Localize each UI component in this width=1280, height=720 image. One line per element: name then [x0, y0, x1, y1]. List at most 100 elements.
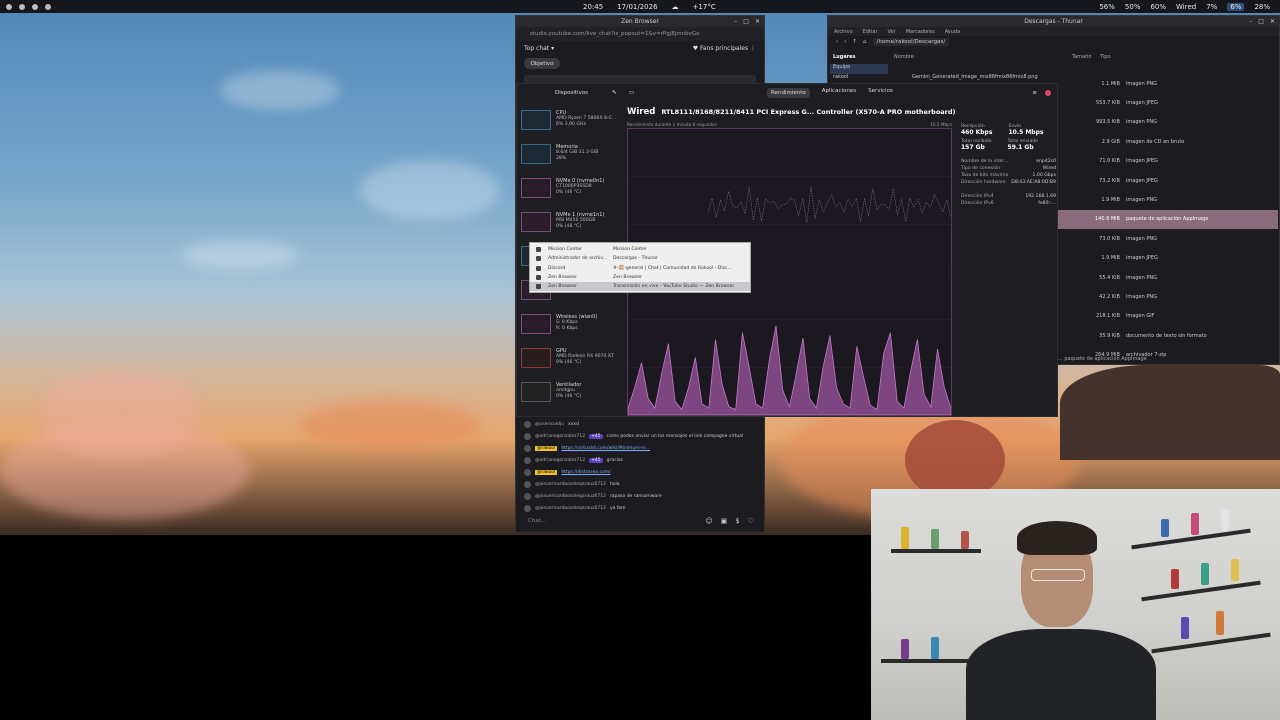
edit-icon[interactable]: ✎	[612, 90, 617, 96]
tray-indicator[interactable]: 6%	[1227, 2, 1245, 11]
files-icon[interactable]	[19, 3, 25, 10]
figurine	[1201, 563, 1209, 585]
minimize-icon[interactable]: –	[734, 18, 737, 25]
device-info: Memoria 8.6/4 GiB 31.3 GiB 28%	[556, 144, 598, 162]
file-row[interactable]: 218.1 KiB imagen GIF	[1058, 307, 1278, 326]
file-row[interactable]: 1.1 MiB imagen PNG	[1058, 74, 1278, 93]
chat-message[interactable]: @josuericardoosoleqarauz6712 rapaso de ra…	[524, 490, 760, 502]
path-field[interactable]: /home/rakool/Descargas/	[872, 38, 950, 46]
file-row[interactable]: 73.2 KiB imagen JPEG	[1058, 171, 1278, 190]
tray-indicator[interactable]: 56%	[1099, 3, 1115, 11]
clock-time[interactable]: 20:45	[583, 3, 603, 11]
coin-icon[interactable]: $	[735, 517, 739, 525]
sidebar-toggle-icon[interactable]: ▭	[629, 90, 634, 96]
chat-mode-dropdown[interactable]: Top chat ▾	[524, 45, 554, 52]
maximize-icon[interactable]: □	[743, 18, 749, 25]
emoji-icon[interactable]: ☺	[705, 517, 712, 525]
tray-indicator[interactable]: 60%	[1150, 3, 1166, 11]
file-row[interactable]: 1.9 MiB imagen PNG	[1058, 190, 1278, 209]
chat-username[interactable]: @adrianogonzalez712	[535, 458, 585, 463]
file-row[interactable]: 140.8 MiB paquete de aplicación AppImage	[1058, 209, 1278, 230]
chat-message[interactable]: @adrianogonzalez712 +45 como podes enviar …	[524, 430, 760, 442]
back-icon[interactable]: ‹	[836, 39, 838, 45]
file-row[interactable]: 71.0 KiB imagen JPEG	[1058, 152, 1278, 171]
tray-indicator[interactable]: 28%	[1254, 3, 1270, 11]
browser-icon[interactable]	[32, 3, 38, 10]
chat-username[interactable]: @adrianogonzalez712	[535, 434, 585, 439]
device-item[interactable]: CPU AMD Ryzen 7 5800X 8-C... 6% 3,90 GHz	[521, 104, 621, 138]
pinned-message[interactable]	[524, 75, 756, 83]
menu-item[interactable]: Archivo	[834, 29, 853, 35]
device-item[interactable]: NVMe 0 (nvme0n1) CT1000P3SSD8 0% (46 °C)	[521, 172, 621, 206]
chat-username[interactable]: @usericuidju	[535, 422, 564, 427]
file-row[interactable]: 35.9 KiB documento de texto sin formato	[1058, 326, 1278, 345]
file-row[interactable]: 2.9 GiB imagen de CD en bruto	[1058, 132, 1278, 151]
file-name[interactable]: Gemini_Generated_Image_mix86fmix86fmix8.…	[912, 74, 1038, 80]
url-bar[interactable]: studio.youtube.com/live_chat?is_popout=1…	[516, 27, 764, 41]
tray-network[interactable]: Wired	[1176, 3, 1196, 11]
file-size: 1.9 MiB	[1101, 197, 1120, 204]
menu-icon[interactable]	[6, 3, 12, 10]
switcher-item[interactable]: Discord #-🧮-general | Chat | Comunidad de…	[530, 264, 750, 273]
device-item[interactable]: NVMe 1 (nvme1n1) MSI M450 500GB 0% (48 °C)	[521, 206, 621, 240]
file-row[interactable]: 42.2 KiB imagen PNG	[1058, 287, 1278, 306]
file-list: 1.1 MiB imagen PNG 553.7 KiB imagen JPEG 993…	[1058, 74, 1278, 364]
device-item[interactable]: GPU AMD Radeon RX 9070 XT 9% (46 °C)	[521, 342, 621, 376]
device-item[interactable]: Wireless (wlan0) S: 0 Kbps R: 0 Kbps	[521, 308, 621, 342]
forward-icon[interactable]: ›	[844, 39, 846, 45]
terminal-icon[interactable]	[45, 3, 51, 10]
menu-item[interactable]: Editar	[863, 29, 878, 35]
tray-indicator[interactable]: 7%	[1206, 3, 1217, 11]
chat-message[interactable]: @rakool https://distrosea.com/	[524, 466, 760, 478]
column-name[interactable]: Nombre	[894, 54, 1072, 60]
chat-input[interactable]: Chat... ☺ ▣ $ ♡	[522, 514, 760, 528]
switcher-item[interactable]: Administrador de archiv... Descargas - Th…	[530, 254, 750, 263]
chat-message[interactable]: @rakool https://virtualdi.com/wiki/Minimu…	[524, 442, 760, 454]
device-item[interactable]: Ventilador amdgpu 0% (46 °C)	[521, 376, 621, 410]
close-icon[interactable]	[1045, 90, 1051, 96]
close-icon[interactable]: ✕	[755, 18, 760, 25]
goal-button[interactable]: Objetivo	[524, 58, 560, 69]
switcher-item[interactable]: Zen Browser Zen Browser	[530, 273, 750, 282]
file-row[interactable]: 1.9 MiB imagen JPEG	[1058, 249, 1278, 268]
chat-message[interactable]: @josuericardoosoleqarauz6712 hola	[524, 478, 760, 490]
device-info: NVMe 1 (nvme1n1) MSI M450 500GB 0% (48 °C)	[556, 212, 604, 230]
home-icon[interactable]: ⌂	[863, 39, 867, 45]
pinned-fans-button[interactable]: ♥ Fans principales ⋮	[693, 45, 756, 52]
up-icon[interactable]: ↑	[852, 39, 857, 45]
switcher-item[interactable]: Mission Center Mission Center	[530, 245, 750, 254]
chat-username[interactable]: @josuericardoosoleqarauz6712	[535, 506, 606, 511]
chat-username[interactable]: @josuericardoosoleqarauz6712	[535, 482, 606, 487]
clock-date[interactable]: 17/01/2026	[617, 3, 657, 11]
superchat-icon[interactable]: ▣	[721, 517, 728, 525]
chat-link[interactable]: https://virtualdi.com/wiki/Minimum-re...	[561, 446, 650, 451]
weather-temp[interactable]: +17°C	[693, 3, 716, 11]
file-row[interactable]: 993.5 KiB imagen PNG	[1058, 113, 1278, 132]
column-type[interactable]: Tipo	[1100, 54, 1111, 60]
chat-message[interactable]: @josuericardoosoleqarauz6712 ya fam	[524, 502, 760, 514]
tray-indicator[interactable]: 50%	[1125, 3, 1141, 11]
chat-message[interactable]: @usericuidju xxxd	[524, 418, 760, 430]
menu-item[interactable]: Ver	[888, 29, 896, 35]
minimize-icon[interactable]: –	[1249, 18, 1252, 25]
file-row[interactable]: 553.7 KiB imagen JPEG	[1058, 93, 1278, 112]
sidebar-item-equipo[interactable]: Equipo	[830, 64, 888, 74]
menu-item[interactable]: Marcadores	[906, 29, 935, 35]
file-row[interactable]: 55.4 KiB imagen PNG	[1058, 268, 1278, 287]
close-icon[interactable]: ✕	[1270, 18, 1275, 25]
tab-rendimiento[interactable]: Rendimiento	[767, 88, 810, 98]
tab-aplicaciones[interactable]: Aplicaciones	[822, 88, 856, 98]
menu-icon[interactable]: ≡	[1032, 90, 1037, 96]
switcher-item[interactable]: Zen Browser Transmisión en vivo - YouTube…	[530, 282, 750, 292]
tab-servicios[interactable]: Servicios	[868, 88, 893, 98]
heart-icon[interactable]: ♡	[748, 517, 754, 525]
chat-link[interactable]: https://distrosea.com/	[561, 470, 610, 475]
device-item[interactable]: Memoria 8.6/4 GiB 31.3 GiB 28%	[521, 138, 621, 172]
menu-item[interactable]: Ayuda	[945, 29, 960, 35]
chat-username[interactable]: @josuericardoosoleqarauz6712	[535, 494, 606, 499]
file-row[interactable]: 73.0 KiB imagen PNG	[1058, 229, 1278, 248]
chat-message[interactable]: @adrianogonzalez712 +45 gracias	[524, 454, 760, 466]
column-size[interactable]: Tamaño	[1072, 54, 1100, 60]
avatar	[524, 444, 531, 452]
maximize-icon[interactable]: □	[1258, 18, 1264, 25]
